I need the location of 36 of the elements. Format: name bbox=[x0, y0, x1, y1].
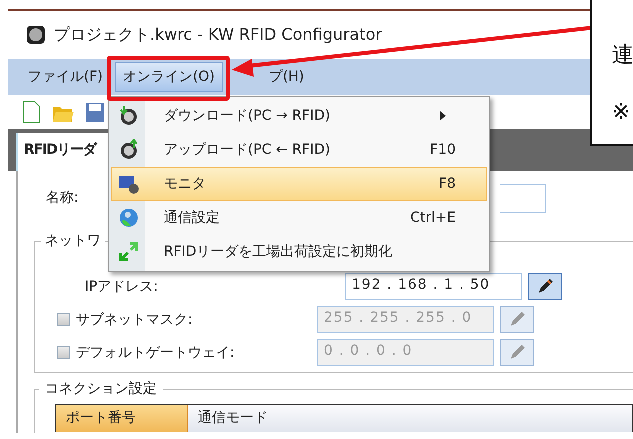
app-icon bbox=[26, 25, 46, 45]
callout-text: ※ bbox=[612, 100, 632, 125]
address-field[interactable]: 192 . 168 . 1 . 50 bbox=[345, 273, 522, 300]
menu-item[interactable]: ファイル(F) bbox=[20, 62, 111, 92]
pencil-icon bbox=[536, 278, 554, 296]
save-icon bbox=[85, 102, 105, 122]
field-label: サブネットマスク: bbox=[76, 310, 193, 328]
menu-item[interactable]: プ(H) bbox=[260, 62, 312, 92]
field-label: 名称: bbox=[46, 189, 80, 207]
menu-item[interactable]: オンライン(O) bbox=[114, 62, 223, 92]
field-label: デフォルトゲートウェイ: bbox=[76, 344, 235, 362]
window-title: プロジェクト.kwrc - KW RFID Configurator bbox=[54, 24, 382, 46]
menu-option[interactable]: モニタ F8 bbox=[111, 167, 487, 201]
shortcut-label: Ctrl+E bbox=[410, 210, 457, 226]
pencil-icon bbox=[508, 310, 526, 328]
column-header[interactable]: 通信モード bbox=[188, 405, 632, 432]
edit-button[interactable] bbox=[528, 273, 562, 300]
field-label: IPアドレス: bbox=[85, 278, 158, 296]
globe-icon bbox=[118, 207, 140, 229]
download-icon bbox=[118, 105, 140, 127]
arrows-icon bbox=[118, 241, 140, 263]
callout-text: 連 bbox=[612, 42, 633, 70]
group-title: ネットワ bbox=[41, 232, 105, 250]
group-title: コネクション設定 bbox=[39, 380, 163, 398]
column-header[interactable]: ポート番号 bbox=[56, 405, 188, 432]
name-field[interactable] bbox=[500, 184, 546, 212]
shortcut-label: F8 bbox=[439, 176, 457, 192]
menu-option[interactable]: ダウンロード(PC → RFID) bbox=[111, 99, 487, 133]
new-file-icon bbox=[22, 100, 42, 124]
monitor-icon bbox=[118, 173, 140, 195]
shortcut-label: F10 bbox=[430, 142, 457, 158]
upload-icon bbox=[118, 139, 140, 161]
menu-option[interactable]: アップロード(PC ← RFID) F10 bbox=[111, 133, 487, 167]
pencil-icon bbox=[508, 344, 526, 362]
menu-option[interactable]: RFIDリーダを工場出荷設定に初期化 bbox=[111, 235, 487, 269]
menu-option[interactable]: 通信設定 Ctrl+E bbox=[111, 201, 487, 235]
